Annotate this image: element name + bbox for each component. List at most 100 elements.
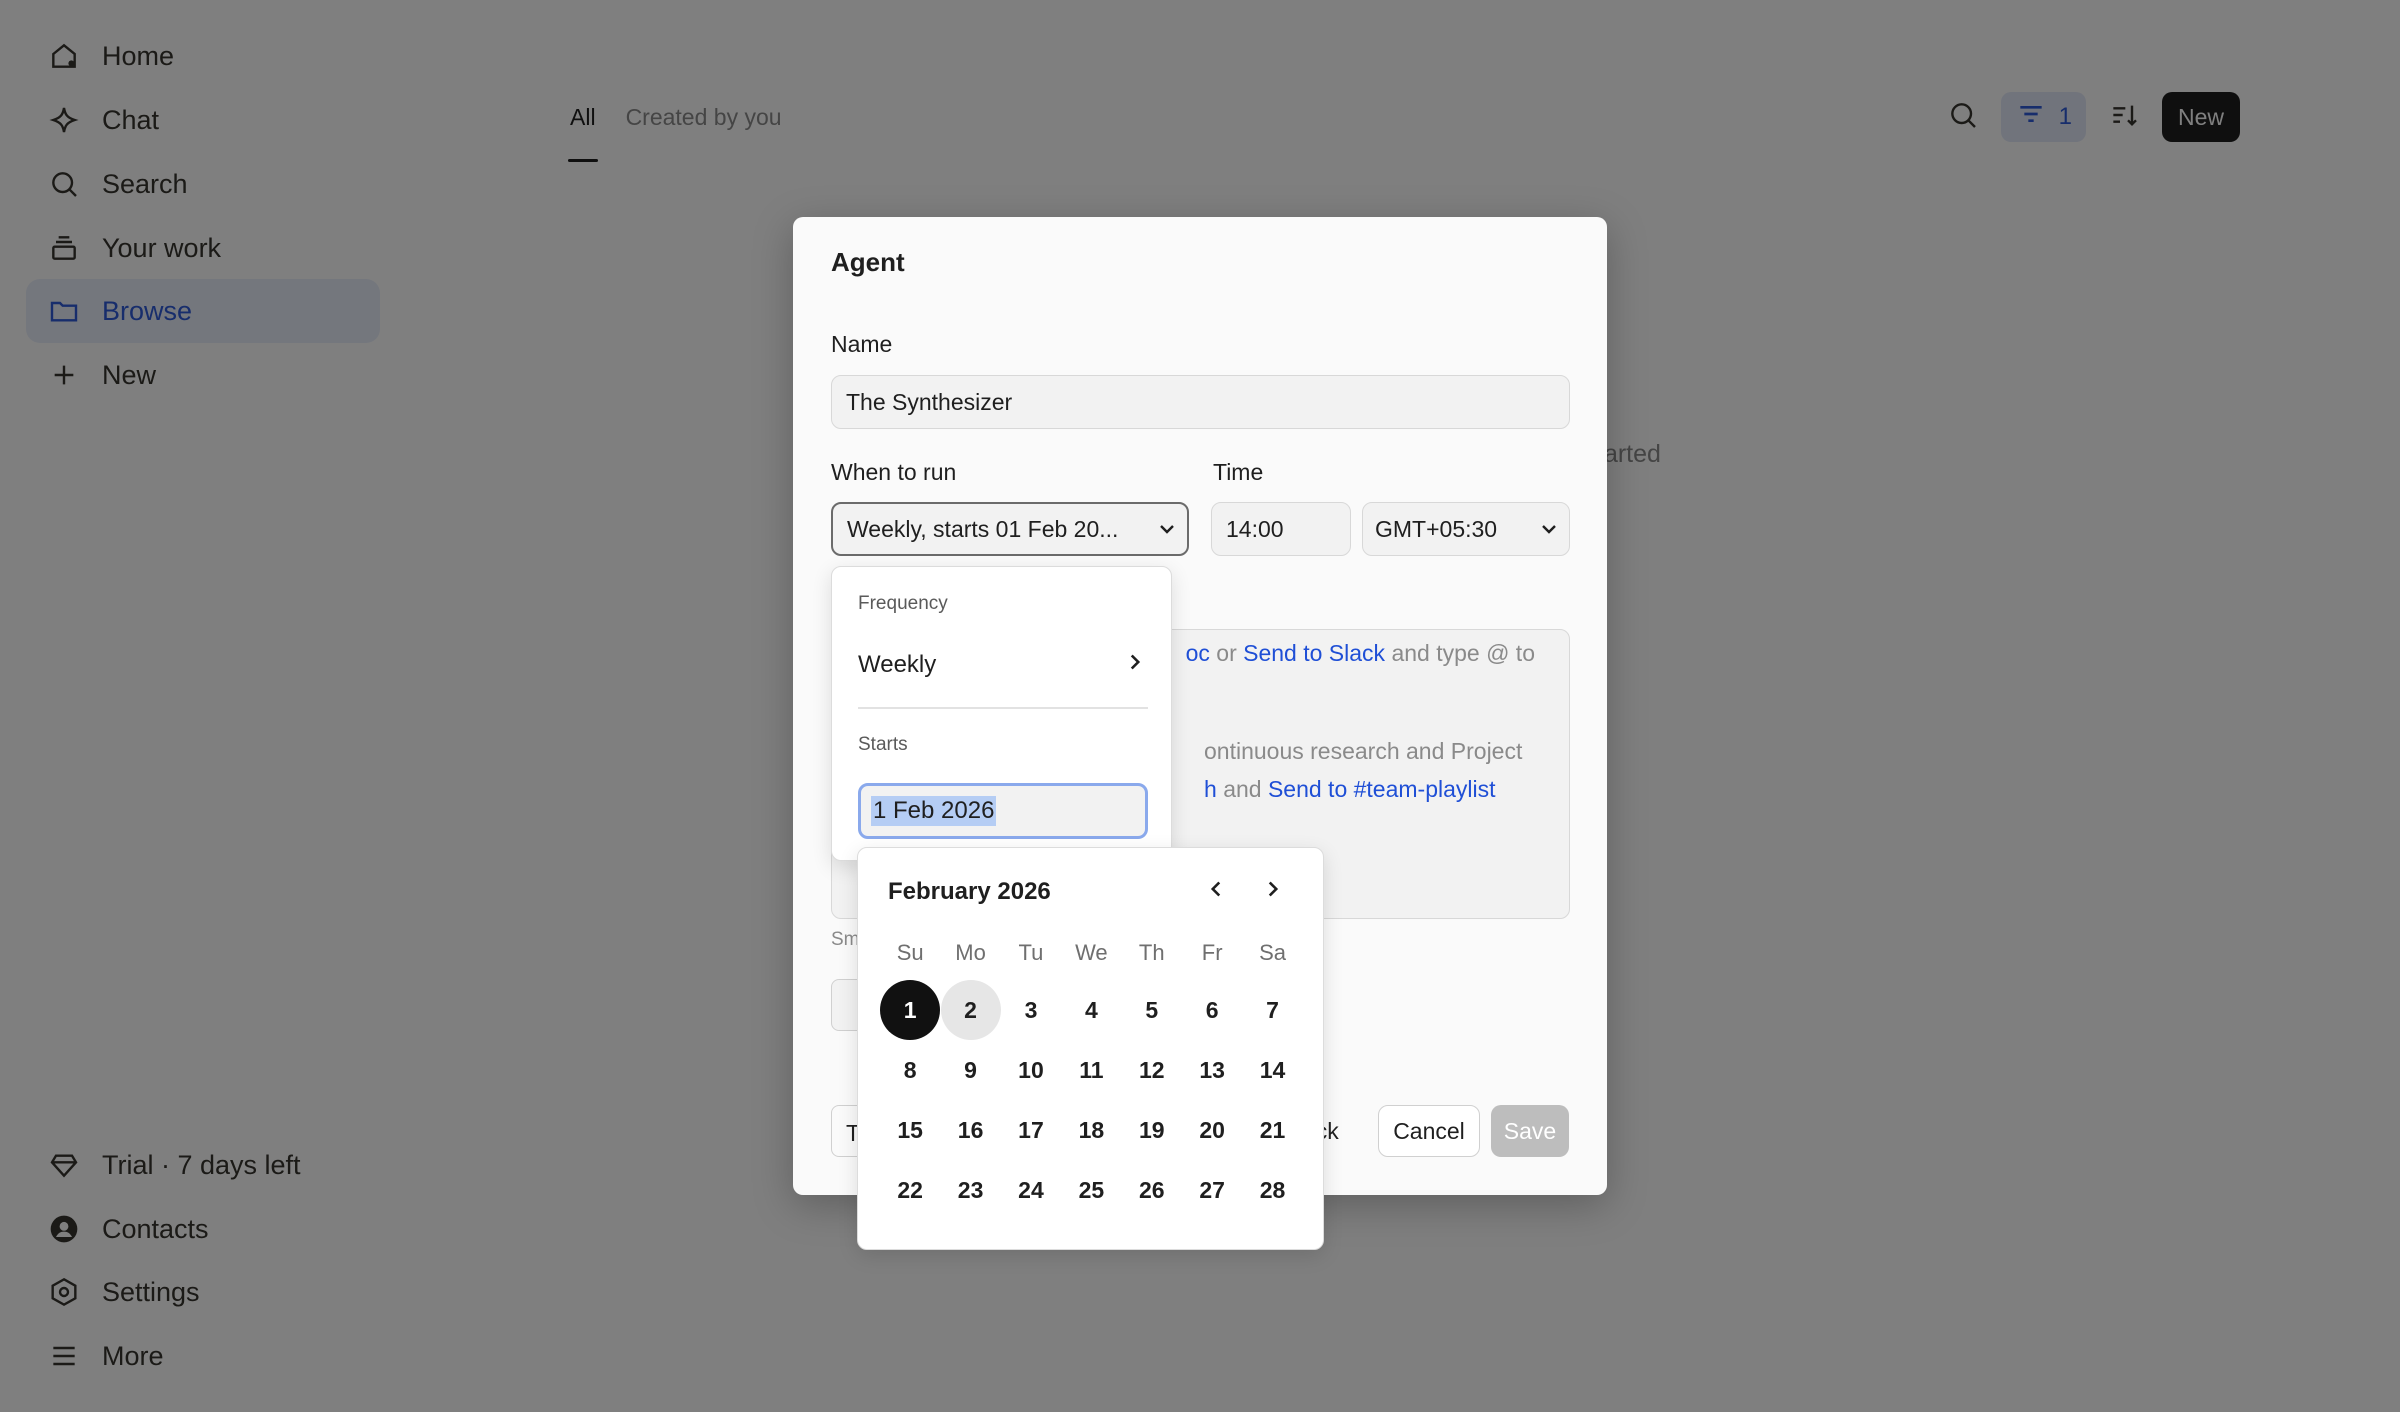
chevron-down-icon	[1529, 517, 1569, 541]
calendar-day-label: 14	[1259, 1056, 1286, 1083]
calendar-day-label: 12	[1138, 1056, 1165, 1083]
calendar-day-label: 23	[957, 1176, 984, 1203]
calendar-day-label: 1	[880, 980, 941, 1040]
weekday-header: Mo	[955, 940, 986, 965]
instructions-text: or	[1216, 640, 1237, 666]
when-to-run-label: When to run	[831, 459, 957, 485]
cancel-button[interactable]: Cancel	[1378, 1105, 1480, 1157]
calendar-day[interactable]: 5	[1122, 980, 1182, 1040]
calendar-grid: Su Mo Tu We Th Fr Sa 1 2 3 4 5 6 7 8 9 10 11 12 13 14 15 16 17 1…	[880, 940, 1303, 1220]
calendar-day-label: 28	[1259, 1176, 1286, 1203]
start-date-input[interactable]: 1 Feb 2026	[858, 783, 1148, 839]
calendar-day[interactable]: 24	[1001, 1160, 1061, 1220]
save-button[interactable]: Save	[1491, 1105, 1569, 1157]
calendar-day-label: 8	[903, 1056, 917, 1083]
calendar-day-label: 17	[1018, 1116, 1044, 1143]
weekday-header: Fr	[1201, 940, 1223, 965]
calendar-day-label: 5	[1145, 996, 1159, 1023]
instructions-link[interactable]: oc	[1186, 640, 1210, 666]
weekday-header: Sa	[1259, 940, 1286, 965]
starts-label: Starts	[858, 734, 908, 755]
calendar-day-label: 20	[1199, 1116, 1225, 1143]
send-to-slack-link[interactable]: Send to Slack	[1243, 640, 1385, 666]
chevron-right-icon	[1260, 876, 1286, 907]
instructions-line-3: h and Send to #team-playlist	[1204, 776, 1496, 803]
calendar-day[interactable]: 10	[1001, 1040, 1061, 1100]
send-to-team-playlist-link[interactable]: Send to #team-playlist	[1268, 776, 1496, 802]
prev-month-button[interactable]	[1199, 874, 1233, 908]
calendar-day[interactable]: 7	[1242, 980, 1302, 1040]
timezone-select[interactable]: GMT+05:30	[1362, 502, 1570, 556]
calendar-day[interactable]: 12	[1122, 1040, 1182, 1100]
calendar-day-label: 27	[1199, 1176, 1225, 1203]
instructions-line-2: ontinuous research and Project	[1204, 738, 1523, 764]
calendar-day[interactable]: 23	[940, 1160, 1000, 1220]
calendar-day[interactable]: 20	[1182, 1100, 1242, 1160]
calendar-day-label: 7	[1266, 996, 1279, 1023]
name-label: Name	[831, 331, 893, 357]
instructions-text: and	[1223, 776, 1262, 802]
instructions-text: and type @ to	[1391, 640, 1535, 666]
calendar-day[interactable]: 15	[880, 1100, 940, 1160]
time-field[interactable]: 14:00	[1211, 502, 1351, 556]
calendar-day[interactable]: 22	[880, 1160, 940, 1220]
calendar-day-label: 11	[1079, 1056, 1104, 1083]
calendar-day-label: 9	[964, 1056, 977, 1083]
calendar-day[interactable]: 3	[1001, 980, 1061, 1040]
calendar-day-label: 13	[1199, 1056, 1225, 1083]
calendar-day-label: 24	[1018, 1176, 1044, 1203]
calendar-day[interactable]: 25	[1061, 1160, 1121, 1220]
calendar-day-label: 3	[1024, 996, 1038, 1023]
frequency-popover: Frequency Weekly Starts 1 Feb 2026	[831, 566, 1172, 861]
calendar-day[interactable]: 27	[1182, 1160, 1242, 1220]
calendar-day[interactable]: 18	[1061, 1100, 1121, 1160]
time-value: 14:00	[1226, 515, 1284, 542]
calendar-day[interactable]: 6	[1182, 980, 1242, 1040]
divider	[858, 707, 1148, 709]
calendar-month-label: February 2026	[888, 878, 1051, 905]
frequency-option[interactable]: Weekly	[858, 645, 1148, 685]
calendar-day-label: 2	[940, 980, 1001, 1040]
name-field[interactable]: The Synthesizer	[831, 375, 1570, 429]
calendar-day-label: 19	[1138, 1116, 1165, 1143]
calendar-day-label: 21	[1259, 1116, 1286, 1143]
calendar-day[interactable]: 14	[1242, 1040, 1302, 1100]
calendar-day[interactable]: 13	[1182, 1040, 1242, 1100]
date-picker: February 2026 Su Mo Tu We Th Fr Sa 1 2 3 4 5 6 7 8 9 10 1…	[857, 847, 1324, 1250]
calendar-day[interactable]: 4	[1061, 980, 1121, 1040]
weekday-header: Tu	[1018, 940, 1044, 965]
calendar-day[interactable]: 9	[940, 1040, 1000, 1100]
frequency-label: Frequency	[858, 593, 948, 614]
calendar-day[interactable]: 11	[1061, 1040, 1121, 1100]
when-to-run-value: Weekly, starts 01 Feb 20...	[847, 515, 1119, 542]
calendar-day[interactable]: 28	[1242, 1160, 1302, 1220]
calendar-day[interactable]: 8	[880, 1040, 940, 1100]
calendar-day[interactable]: 19	[1122, 1100, 1182, 1160]
calendar-day[interactable]: 26	[1122, 1160, 1182, 1220]
calendar-day-label: 6	[1205, 996, 1219, 1023]
calendar-day[interactable]: 1	[880, 980, 941, 1040]
calendar-day[interactable]: 16	[940, 1100, 1000, 1160]
weekday-header: We	[1075, 940, 1108, 965]
name-value: The Synthesizer	[846, 388, 1013, 415]
chevron-left-icon	[1203, 876, 1229, 907]
instructions-link[interactable]: h	[1204, 776, 1217, 802]
chevron-right-icon	[1122, 649, 1148, 682]
weekday-header: Su	[896, 940, 924, 965]
calendar-day-label: 22	[897, 1176, 923, 1203]
calendar-day[interactable]: 2	[940, 980, 1001, 1040]
chevron-down-icon	[1147, 517, 1187, 541]
calendar-day[interactable]: 21	[1242, 1100, 1302, 1160]
calendar-day-label: 25	[1078, 1176, 1105, 1203]
timezone-value: GMT+05:30	[1375, 515, 1498, 542]
calendar-day[interactable]: 17	[1001, 1100, 1061, 1160]
calendar-day-label: 18	[1078, 1116, 1105, 1143]
calendar-day-label: 15	[897, 1116, 923, 1143]
calendar-day-label: 10	[1018, 1056, 1044, 1083]
calendar-day-label: 4	[1084, 996, 1098, 1023]
next-month-button[interactable]	[1256, 874, 1290, 908]
dialog-title: Agent	[831, 247, 905, 277]
start-date-value: 1 Feb 2026	[871, 796, 997, 826]
when-to-run-select[interactable]: Weekly, starts 01 Feb 20...	[831, 502, 1189, 556]
